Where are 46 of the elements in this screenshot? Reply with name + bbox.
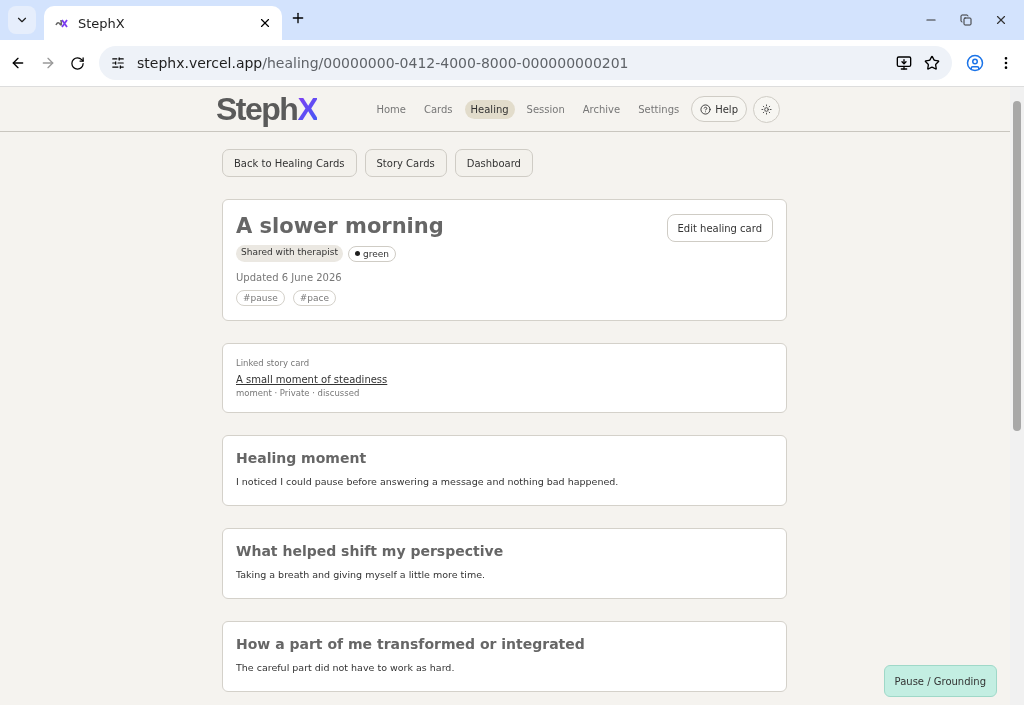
restore-icon[interactable] <box>960 14 972 26</box>
theme-toggle-button[interactable] <box>753 95 780 123</box>
nav-link[interactable]: Archive <box>576 99 627 119</box>
card-title: A slower morning <box>236 214 444 238</box>
tab-title: StephX <box>78 15 126 31</box>
site-settings-icon[interactable] <box>111 56 125 70</box>
section-heading: Healing moment <box>236 450 368 466</box>
nav-button[interactable]: Dashboard <box>454 149 533 177</box>
nav-link[interactable]: Session <box>520 99 571 119</box>
address-bar[interactable]: stephx.vercel.app/healing/00000000-0412-4000-8000-000000000201 <box>99 46 952 80</box>
profile-icon[interactable] <box>966 54 984 72</box>
section-label: Linked story card <box>236 358 311 368</box>
nav-button[interactable]: Story Cards <box>364 149 447 177</box>
nav-link[interactable]: Healing <box>464 99 515 119</box>
url-text: stephx.vercel.app/healing/00000000-0412-4000-8000-000000000201 <box>137 55 630 71</box>
nav-link[interactable]: Home <box>370 99 412 119</box>
new-tab-icon[interactable] <box>290 10 306 26</box>
close-icon[interactable] <box>994 13 1008 27</box>
back-icon[interactable] <box>10 55 26 71</box>
section-text: I noticed I could pause before answering a message and nothing bad happened. <box>236 476 620 487</box>
story-meta: moment · Private · discussed <box>236 388 361 398</box>
section-heading: What helped shift my perspective <box>236 543 505 559</box>
browser-tab[interactable]: StephX <box>44 6 282 40</box>
status-label: green <box>362 248 389 259</box>
reload-icon[interactable] <box>70 55 85 71</box>
nav-link[interactable]: Settings <box>632 99 686 119</box>
scrollbar[interactable] <box>1010 87 1024 705</box>
logo[interactable]: StephX <box>216 90 318 128</box>
nav-button[interactable]: Back to Healing Cards <box>222 149 357 177</box>
scrollbar-thumb[interactable] <box>1013 101 1021 431</box>
section-text: Taking a breath and giving myself a little more time. <box>236 569 487 580</box>
install-icon[interactable] <box>896 55 912 71</box>
section-text: The careful part did not have to work as hard. <box>236 662 456 673</box>
edit-button[interactable]: Edit healing card <box>666 214 773 242</box>
close-icon[interactable] <box>258 16 272 30</box>
sharing-badge: Shared with therapist <box>236 245 343 262</box>
story-link[interactable]: A small moment of steadiness <box>236 374 388 385</box>
updated-date: Updated 6 June 2026 <box>236 272 343 283</box>
grounding-button[interactable]: Pause / Grounding <box>883 665 997 697</box>
help-button[interactable]: Help <box>691 96 747 122</box>
sun-icon <box>761 103 772 115</box>
bookmark-icon[interactable] <box>924 55 940 71</box>
forward-icon[interactable] <box>40 55 56 71</box>
help-icon <box>700 103 712 115</box>
nav-link[interactable]: Cards <box>417 99 459 119</box>
section-heading: How a part of me transformed or integrated <box>236 636 586 652</box>
